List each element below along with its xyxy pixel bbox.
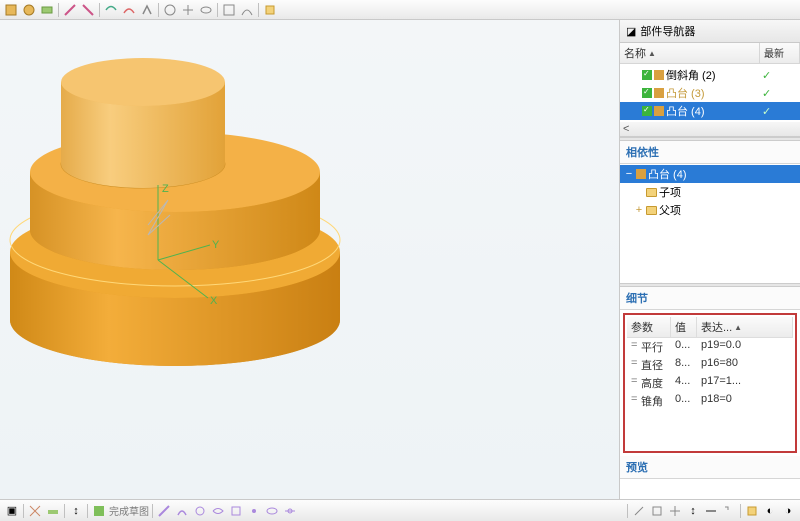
check-icon: ✓ — [762, 105, 798, 118]
tree-row-boss4[interactable]: 凸台 (4) ✓ — [620, 102, 800, 120]
tool-icon[interactable] — [631, 503, 647, 519]
viewport-3d[interactable]: Z Y X — [0, 20, 620, 499]
part-navigator-label: 部件导航器 — [640, 23, 695, 39]
nav-columns: 名称▲ 最新 — [620, 43, 800, 64]
tool-icon[interactable] — [221, 2, 237, 18]
folder-icon — [646, 188, 657, 197]
tool-icon[interactable]: ◐ — [762, 503, 778, 519]
col-expr[interactable]: 表达... — [701, 319, 732, 335]
tool-icon[interactable] — [649, 503, 665, 519]
detail-row[interactable]: =直径8...p16=80 — [627, 356, 793, 374]
checkbox-icon[interactable] — [642, 70, 652, 80]
tree-item-label: 凸台 (4) — [666, 103, 760, 119]
col-name[interactable]: 名称▲ — [620, 43, 760, 63]
tool-icon[interactable] — [103, 2, 119, 18]
tool-icon[interactable] — [239, 2, 255, 18]
detail-table: 参数 值 表达...▲ =平行0...p19=0.0 =直径8...p16=80… — [623, 313, 797, 453]
dep-row-parent[interactable]: + 父项 — [620, 201, 800, 219]
tool-icon[interactable] — [264, 503, 280, 519]
dep-label: 凸台 (4) — [648, 166, 687, 182]
tool-icon[interactable] — [21, 2, 37, 18]
dependency-header: 相依性 — [620, 141, 800, 164]
expand-icon[interactable]: + — [634, 204, 644, 216]
right-panel: ◪ 部件导航器 名称▲ 最新 倒斜角 (2) ✓ 凸台 (3) ✓ 凸台 (4)… — [620, 20, 800, 499]
tool-icon[interactable] — [246, 503, 262, 519]
tool-icon[interactable]: ▣ — [4, 503, 20, 519]
check-icon: ✓ — [762, 87, 798, 100]
dependency-tree: − 凸台 (4) 子项 + 父项 — [620, 164, 800, 283]
folder-icon — [646, 206, 657, 215]
check-icon: ✓ — [762, 69, 798, 82]
dep-label: 父项 — [659, 202, 681, 218]
preview-header: 预览 — [620, 456, 800, 479]
tool-icon[interactable] — [162, 2, 178, 18]
dep-label: 子项 — [659, 184, 681, 200]
bottom-toolbar: ▣ ↕ 完成草图 ↕ ◐ ◑ — [0, 499, 800, 521]
detail-row[interactable]: =平行0...p19=0.0 — [627, 338, 793, 356]
feature-icon — [654, 106, 664, 116]
tool-icon[interactable] — [174, 503, 190, 519]
tool-icon[interactable] — [198, 2, 214, 18]
tool-icon[interactable] — [3, 2, 19, 18]
axis-x-label: X — [210, 295, 218, 307]
tool-icon[interactable] — [156, 503, 172, 519]
tree-item-label: 凸台 (3) — [666, 85, 760, 101]
tool-icon[interactable] — [262, 2, 278, 18]
tool-icon[interactable] — [80, 2, 96, 18]
tree-row-chamfer[interactable]: 倒斜角 (2) ✓ — [620, 66, 800, 84]
nav-arrow-bar[interactable]: < — [620, 122, 800, 137]
tool-icon[interactable] — [282, 503, 298, 519]
tool-icon[interactable]: ↕ — [685, 503, 701, 519]
tool-icon[interactable] — [180, 2, 196, 18]
detail-row[interactable]: =高度4...p17=1... — [627, 374, 793, 392]
feature-icon — [654, 70, 664, 80]
tool-icon[interactable]: ↕ — [68, 503, 84, 519]
part-navigator-title: ◪ 部件导航器 — [620, 20, 800, 43]
tool-icon[interactable] — [45, 503, 61, 519]
tool-icon[interactable] — [721, 503, 737, 519]
tool-icon[interactable] — [192, 503, 208, 519]
dep-row-root[interactable]: − 凸台 (4) — [620, 165, 800, 183]
axis-z-label: Z — [162, 183, 169, 195]
sketch-finish-icon[interactable] — [91, 503, 107, 519]
dep-row-child[interactable]: 子项 — [620, 183, 800, 201]
tool-icon[interactable] — [228, 503, 244, 519]
tool-icon[interactable] — [139, 2, 155, 18]
checkbox-icon[interactable] — [642, 88, 652, 98]
top-toolbar — [0, 0, 800, 20]
tool-icon[interactable] — [744, 503, 760, 519]
tree-item-label: 倒斜角 (2) — [666, 67, 760, 83]
detail-header: 细节 — [620, 287, 800, 310]
preview-body — [620, 479, 800, 499]
tree-row-boss3[interactable]: 凸台 (3) ✓ — [620, 84, 800, 102]
col-value[interactable]: 值 — [671, 317, 697, 337]
detail-row[interactable]: =锥角0...p18=0 — [627, 392, 793, 410]
tool-icon[interactable] — [703, 503, 719, 519]
axis-y-label: Y — [212, 239, 220, 251]
status-text: 完成草图 — [109, 503, 149, 518]
tool-icon[interactable] — [667, 503, 683, 519]
tool-icon[interactable] — [27, 503, 43, 519]
tool-icon[interactable] — [62, 2, 78, 18]
col-param[interactable]: 参数 — [627, 317, 671, 337]
tool-icon[interactable] — [39, 2, 55, 18]
detail-head: 参数 值 表达...▲ — [627, 317, 793, 338]
checkbox-icon[interactable] — [642, 106, 652, 116]
col-latest[interactable]: 最新 — [760, 43, 800, 63]
feature-icon — [654, 88, 664, 98]
feature-tree: 倒斜角 (2) ✓ 凸台 (3) ✓ 凸台 (4) ✓ — [620, 64, 800, 122]
tool-icon[interactable] — [210, 503, 226, 519]
tool-icon[interactable] — [121, 2, 137, 18]
collapse-icon[interactable]: − — [624, 168, 634, 180]
tool-icon[interactable]: ◑ — [780, 503, 796, 519]
feature-icon — [636, 169, 646, 179]
